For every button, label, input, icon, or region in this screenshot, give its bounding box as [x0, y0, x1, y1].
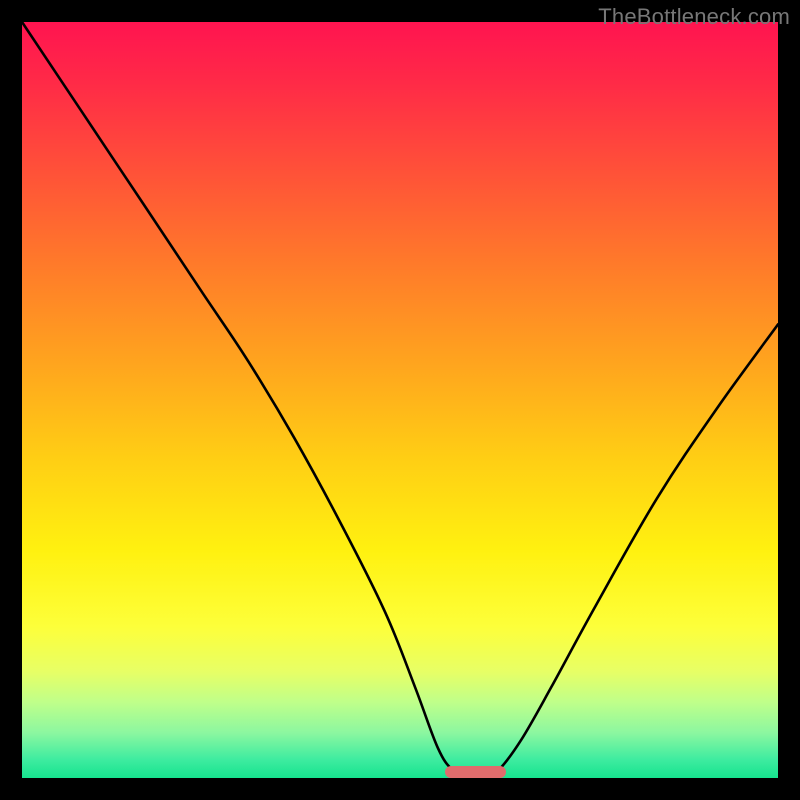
watermark-label: TheBottleneck.com — [598, 4, 790, 30]
chart-frame: TheBottleneck.com — [0, 0, 800, 800]
sweet-spot-marker — [445, 766, 505, 778]
bottleneck-curve — [22, 22, 778, 778]
plot-area — [22, 22, 778, 778]
